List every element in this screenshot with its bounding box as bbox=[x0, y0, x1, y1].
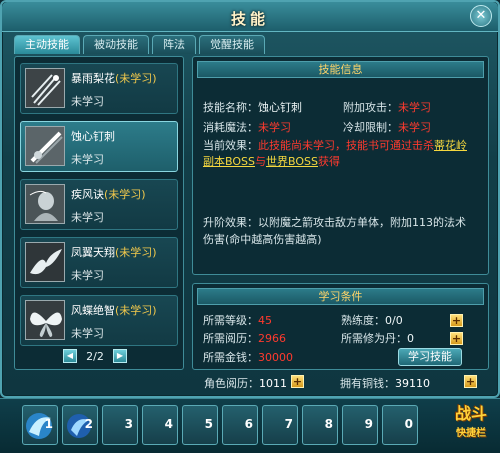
next-page-button[interactable]: ▶ bbox=[113, 349, 127, 363]
page-indicator: 2/2 bbox=[86, 349, 104, 363]
slot-number: 1 bbox=[44, 417, 53, 431]
skill-row[interactable]: 凤翼天翔(未学习) 未学习 bbox=[20, 237, 178, 288]
window-title: 技能 bbox=[230, 10, 269, 28]
hotbar-slot[interactable]: 7 bbox=[262, 405, 298, 445]
skill-name: 风蝶绝智(未学习) bbox=[71, 304, 157, 317]
required-level: 所需等级：45 bbox=[203, 314, 272, 327]
slot-number: 3 bbox=[124, 417, 133, 431]
required-exp: 所需阅历：2966 bbox=[203, 332, 286, 345]
effect-link[interactable]: 世界BOSS bbox=[266, 155, 318, 168]
hotbar-slot[interactable]: 3 bbox=[102, 405, 138, 445]
battle-quickbar-button[interactable]: 战斗 快捷栏 bbox=[448, 404, 494, 448]
skill-state: 未学习 bbox=[71, 269, 104, 282]
skill-name: 疾风诀(未学习) bbox=[71, 188, 146, 201]
close-button[interactable]: ✕ bbox=[470, 5, 492, 27]
wave-skill-icon bbox=[26, 413, 52, 439]
skill-info-header: 技能信息 bbox=[197, 61, 484, 78]
add-pill-button[interactable]: + bbox=[450, 332, 463, 345]
hotbar-slot[interactable]: 8 bbox=[302, 405, 338, 445]
tab-passive-skills[interactable]: 被动技能 bbox=[83, 35, 149, 54]
tab-formation[interactable]: 阵法 bbox=[152, 35, 196, 54]
skill-name: 凤翼天翔(未学习) bbox=[71, 246, 157, 259]
skill-state: 未学习 bbox=[71, 211, 104, 224]
slot-number: 9 bbox=[364, 417, 373, 431]
required-gold: 所需金钱：30000 bbox=[203, 351, 293, 364]
add-exp-button[interactable]: + bbox=[291, 375, 304, 388]
slot-number: 6 bbox=[244, 417, 253, 431]
quickbar-label: 快捷栏 bbox=[456, 428, 486, 439]
wind-spirit-icon bbox=[25, 184, 65, 224]
hotbar-slot[interactable]: 2 bbox=[62, 405, 98, 445]
slot-number: 8 bbox=[324, 417, 333, 431]
effect-field-line2: 副本BOSS与世界BOSS获得 bbox=[203, 155, 340, 168]
quick-bar: 1 2 3 4 5 6 7 8 9 0 战斗 快捷栏 bbox=[0, 398, 500, 453]
skill-window: 技能 ✕ 主动技能 被动技能 阵法 觉醒技能 暴雨梨花(未学习) 未学习 蚀心钉… bbox=[0, 0, 500, 398]
prev-page-button[interactable]: ◀ bbox=[63, 349, 77, 363]
slot-number: 5 bbox=[204, 417, 213, 431]
skill-row-selected[interactable]: 蚀心钉刺 未学习 bbox=[20, 121, 178, 172]
slot-number: 0 bbox=[404, 417, 413, 431]
learn-skill-button[interactable]: 学习技能 bbox=[398, 348, 462, 366]
spike-icon bbox=[25, 126, 65, 166]
proficiency: 熟练度：0/0 bbox=[341, 314, 403, 327]
skill-name: 暴雨梨花(未学习) bbox=[71, 72, 157, 85]
skill-state: 未学习 bbox=[71, 95, 104, 108]
butterfly-icon bbox=[25, 300, 65, 340]
effect-link[interactable]: 蒂花岭 bbox=[434, 139, 467, 152]
rain-needle-icon bbox=[25, 68, 65, 108]
owned-copper: 拥有铜钱：39110 bbox=[340, 377, 430, 390]
hotbar-slot[interactable]: 0 bbox=[382, 405, 418, 445]
tab-active-skills[interactable]: 主动技能 bbox=[14, 35, 80, 54]
skill-name: 蚀心钉刺 bbox=[71, 130, 115, 143]
skill-row[interactable]: 暴雨梨花(未学习) 未学习 bbox=[20, 63, 178, 114]
required-pill: 所需修为丹：0 bbox=[341, 332, 414, 345]
hotbar-slot[interactable]: 4 bbox=[142, 405, 178, 445]
pager: ◀ 2/2 ▶ bbox=[63, 349, 127, 363]
slot-number: 2 bbox=[84, 417, 93, 431]
upgrade-effect-line2: 伤害(命中越高伤害越高) bbox=[203, 233, 322, 246]
tab-bar: 主动技能 被动技能 阵法 觉醒技能 bbox=[14, 35, 265, 54]
phoenix-wing-icon bbox=[25, 242, 65, 282]
mana-field: 消耗魔法：未学习 bbox=[203, 121, 291, 134]
skill-row[interactable]: 风蝶绝智(未学习) 未学习 bbox=[20, 295, 178, 346]
hotbar-slot[interactable]: 9 bbox=[342, 405, 378, 445]
orb-skill-icon bbox=[67, 414, 91, 438]
cooldown-field: 冷却限制：未学习 bbox=[343, 121, 431, 134]
hotbar-slot[interactable]: 1 bbox=[22, 405, 58, 445]
battle-label: 战斗 bbox=[454, 404, 487, 423]
slot-number: 7 bbox=[284, 417, 293, 431]
effect-link[interactable]: 副本BOSS bbox=[203, 155, 255, 168]
hotbar-slot[interactable]: 6 bbox=[222, 405, 258, 445]
skill-info-panel: 技能信息 技能名称：蚀心钉刺 附加攻击：未学习 消耗魔法：未学习 冷却限制：未学… bbox=[192, 56, 489, 275]
hotbar-slot[interactable]: 5 bbox=[182, 405, 218, 445]
skill-state: 未学习 bbox=[71, 327, 104, 340]
learn-conditions-header: 学习条件 bbox=[197, 288, 484, 305]
tab-awaken-skills[interactable]: 觉醒技能 bbox=[199, 35, 265, 54]
skill-row[interactable]: 疾风诀(未学习) 未学习 bbox=[20, 179, 178, 230]
character-exp: 角色阅历：1011 bbox=[204, 377, 287, 390]
attack-field: 附加攻击：未学习 bbox=[343, 101, 431, 114]
add-proficiency-button[interactable]: + bbox=[450, 314, 463, 327]
title-bar[interactable]: 技能 ✕ bbox=[2, 2, 498, 32]
learn-conditions-panel: 学习条件 所需等级：45 熟练度：0/0 + 所需阅历：2966 所需修为丹：0… bbox=[192, 283, 489, 370]
skill-list: 暴雨梨花(未学习) 未学习 蚀心钉刺 未学习 疾风诀(未学习) 未学习 凤翼天翔… bbox=[14, 56, 184, 370]
effect-field: 当前效果：此技能尚未学习，技能书可通过击杀蒂花岭 bbox=[203, 139, 467, 152]
slot-number: 4 bbox=[164, 417, 173, 431]
add-copper-button[interactable]: + bbox=[464, 375, 477, 388]
skill-state: 未学习 bbox=[71, 153, 104, 166]
upgrade-effect-line1: 升阶效果：以附魔之箭攻击敌方单体，附加113的法术 bbox=[203, 216, 466, 229]
skill-name-field: 技能名称：蚀心钉刺 bbox=[203, 101, 302, 114]
